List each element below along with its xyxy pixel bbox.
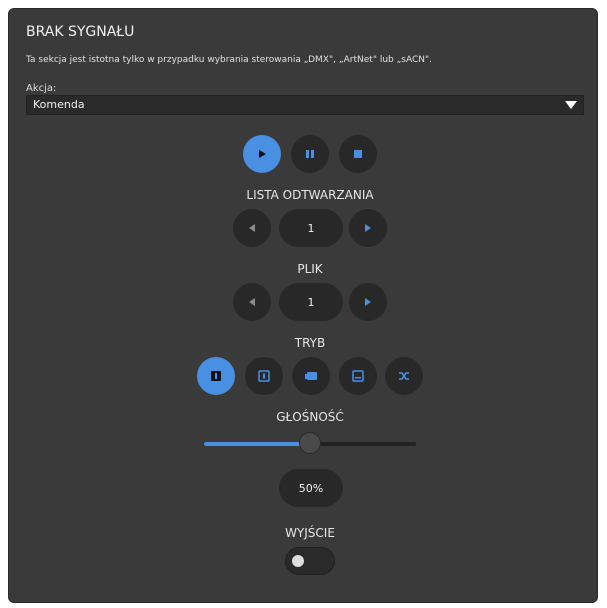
file-label: PLIK	[297, 262, 323, 276]
output-toggle[interactable]	[285, 547, 335, 575]
pause-button[interactable]	[291, 135, 329, 173]
chevron-down-icon	[565, 101, 577, 109]
playlist-value: 1	[279, 209, 343, 247]
panel-description: Ta sekcja jest istotna tylko w przypadku…	[26, 55, 432, 65]
playlist-prev-button[interactable]	[233, 209, 271, 247]
output-label: WYJŚCIE	[285, 526, 335, 540]
mode-loop-all-button[interactable]	[339, 357, 377, 395]
action-select-value: Komenda	[33, 98, 85, 111]
file-next-button[interactable]	[349, 283, 387, 321]
volume-slider[interactable]	[204, 432, 416, 454]
volume-value: 50%	[279, 469, 343, 507]
volume-slider-thumb[interactable]	[299, 432, 321, 454]
repeat-one-icon	[211, 371, 221, 381]
shuffle-icon	[399, 372, 409, 380]
file-value: 1	[279, 283, 343, 321]
chevron-left-icon	[249, 224, 255, 232]
mode-repeat-one-button[interactable]	[197, 357, 235, 395]
stop-icon	[354, 150, 362, 158]
play-icon	[259, 150, 266, 158]
loop-all-icon	[352, 370, 364, 382]
pause-icon	[306, 150, 314, 158]
loop-one-icon	[258, 370, 270, 382]
chevron-right-icon	[365, 298, 371, 306]
playlist-icon	[305, 372, 317, 380]
playlist-next-button[interactable]	[349, 209, 387, 247]
mode-label: TRYB	[294, 336, 326, 350]
play-button[interactable]	[243, 135, 281, 173]
action-select[interactable]: Komenda	[26, 95, 584, 115]
file-prev-button[interactable]	[233, 283, 271, 321]
action-label: Akcja:	[26, 83, 57, 94]
volume-slider-fill	[204, 442, 310, 446]
panel-title: BRAK SYGNAŁU	[26, 24, 135, 40]
stop-button[interactable]	[339, 135, 377, 173]
chevron-right-icon	[365, 224, 371, 232]
volume-label: GŁOŚNOŚĆ	[276, 410, 344, 424]
playlist-label: LISTA ODTWARZANIA	[246, 188, 374, 202]
mode-loop-one-button[interactable]	[245, 357, 283, 395]
mode-playlist-button[interactable]	[292, 357, 330, 395]
output-toggle-knob	[292, 555, 304, 567]
mode-shuffle-button[interactable]	[385, 357, 423, 395]
chevron-left-icon	[249, 298, 255, 306]
